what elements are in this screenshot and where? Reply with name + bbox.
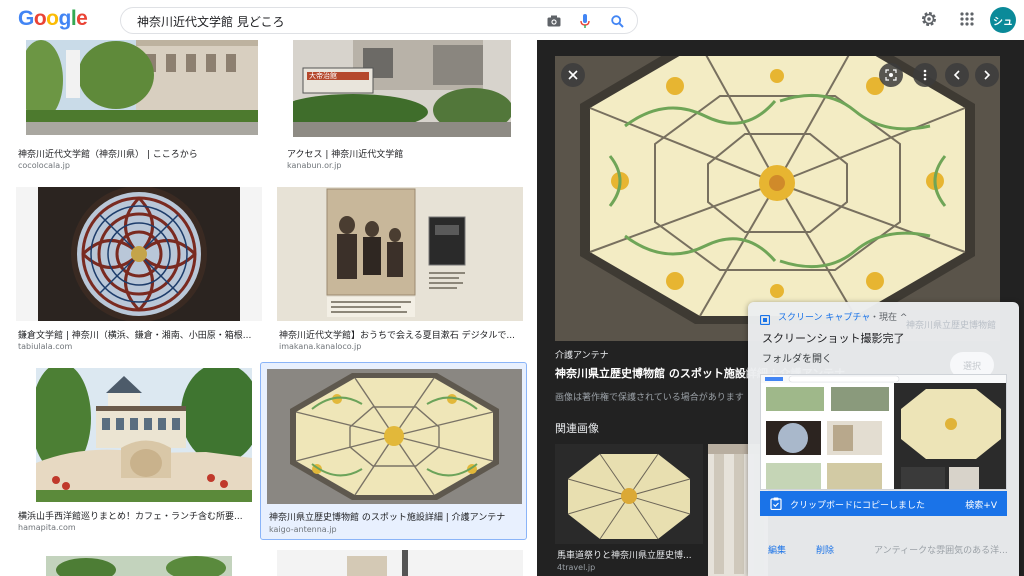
result-caption[interactable]: 神奈川県立歴史博物館 のスポット施設詳細 | 介護アンテナ: [269, 510, 524, 523]
result-source: cocolocala.jp: [18, 161, 70, 170]
close-button[interactable]: [561, 63, 585, 87]
result-thumbnail[interactable]: [26, 40, 258, 135]
background-related-caption: アンティークな雰囲気のある洋...: [874, 546, 1008, 556]
background-overlay-text: 神奈川県立歴史博物館: [906, 321, 997, 331]
result-source: imakana.kanaloco.jp: [279, 342, 362, 351]
screen-capture-icon: [759, 310, 771, 329]
result-card[interactable]: [16, 550, 262, 576]
google-logo[interactable]: Google: [18, 7, 88, 31]
related-image[interactable]: [555, 444, 703, 544]
result-thumbnail[interactable]: [16, 187, 262, 321]
lens-icon: [885, 69, 897, 81]
lens-search-button[interactable]: [879, 63, 903, 87]
result-caption[interactable]: 神奈川近代文学館（神奈川県） | こころから: [18, 147, 258, 160]
notification-actions: 編集 削除 アンティークな雰囲気のある洋...: [748, 536, 1019, 576]
result-card-selected[interactable]: 神奈川県立歴史博物館 のスポット施設詳細 | 介護アンテナ kaigo-ante…: [260, 362, 527, 540]
notification-title: スクリーンショット撮影完了: [762, 332, 905, 345]
open-folder-link[interactable]: フォルダを開く: [762, 350, 832, 365]
camera-icon[interactable]: [545, 12, 563, 30]
result-source: hamapita.com: [18, 523, 76, 532]
clipboard-toast: クリップボードにコピーしました 検索+V: [760, 491, 1007, 516]
result-card[interactable]: 神奈川近代文学館】おうちで会える夏目漱石 デジタルで... imakana.ka…: [277, 187, 523, 357]
preview-image[interactable]: [555, 56, 1000, 341]
clipboard-icon: [770, 497, 782, 513]
chevron-right-icon: [984, 70, 991, 80]
result-thumbnail[interactable]: [36, 368, 252, 502]
result-caption[interactable]: 横浜山手西洋館巡りまとめ！カフェ・ランチ含む所要...: [18, 509, 260, 522]
result-card[interactable]: 大帝治館 アクセス | 神奈川近代文学館 kanabun.or.jp: [283, 40, 523, 175]
result-card[interactable]: 鎌倉文学館 | 神奈川（横浜、鎌倉・湘南、小田原・箱根... tabiulala…: [16, 187, 262, 357]
notification-app-name: スクリーン キャプチャ: [778, 313, 871, 323]
search-input[interactable]: 神奈川近代文学館 見どころ: [137, 13, 284, 30]
chevron-left-icon: [953, 70, 960, 80]
microphone-icon[interactable]: [576, 12, 594, 30]
screenshot-notification[interactable]: スクリーン キャプチャ ・現在 ^ 神奈川県立歴史博物館 スクリーンショット撮影…: [748, 302, 1019, 576]
search-box[interactable]: 神奈川近代文学館 見どころ: [120, 7, 638, 34]
result-thumbnail[interactable]: [267, 369, 522, 504]
related-images-heading: 関連画像: [555, 422, 599, 435]
more-vertical-icon: [923, 69, 927, 81]
image-results-grid: 神奈川近代文学館（神奈川県） | こころから cocolocala.jp 大帝治…: [0, 40, 537, 576]
related-caption[interactable]: 馬車道祭りと神奈川県立歴史博...: [557, 548, 692, 561]
notification-time[interactable]: ・現在 ^: [870, 310, 907, 323]
result-card[interactable]: 神奈川近代文学館（神奈川県） | こころから cocolocala.jp: [16, 40, 262, 175]
result-caption[interactable]: 神奈川近代文学館】おうちで会える夏目漱石 デジタルで...: [279, 328, 521, 341]
next-button[interactable]: [975, 63, 999, 87]
result-thumbnail[interactable]: [277, 187, 523, 321]
result-card[interactable]: 横浜山手西洋館巡りまとめ！カフェ・ランチ含む所要... hamapita.com: [16, 368, 262, 538]
result-source: tabiulala.com: [18, 342, 73, 351]
delete-button[interactable]: 削除: [816, 543, 834, 556]
result-caption[interactable]: アクセス | 神奈川近代文学館: [287, 147, 517, 160]
clipboard-toast-text: クリップボードにコピーしました: [790, 501, 926, 511]
result-source: kanabun.or.jp: [287, 161, 342, 170]
sign-text: 大帝治館: [309, 72, 337, 80]
apps-grid-icon[interactable]: [956, 8, 978, 30]
edit-button[interactable]: 編集: [768, 543, 786, 556]
result-source: kaigo-antenna.jp: [269, 525, 337, 534]
previous-button[interactable]: [945, 63, 969, 87]
copyright-note: 画像は著作権で保護されている場合があります: [555, 393, 744, 403]
result-thumbnail[interactable]: 大帝治館: [293, 40, 511, 137]
result-thumbnail[interactable]: [46, 556, 232, 576]
more-options-button[interactable]: [913, 63, 937, 87]
clipboard-shortcut: 検索+V: [965, 501, 997, 511]
result-card[interactable]: [277, 550, 523, 576]
close-icon: [568, 70, 578, 80]
related-source: 4travel.jp: [557, 563, 596, 572]
account-avatar[interactable]: シュ: [990, 7, 1016, 33]
result-caption[interactable]: 鎌倉文学館 | 神奈川（横浜、鎌倉・湘南、小田原・箱根...: [18, 328, 260, 341]
settings-gear-icon[interactable]: [918, 8, 940, 30]
screenshot-preview[interactable]: [760, 374, 1007, 490]
top-bar: Google 神奈川近代文学館 見どころ シュ: [0, 0, 1024, 40]
preview-source[interactable]: 介護アンテナ: [555, 348, 609, 361]
result-thumbnail[interactable]: [277, 550, 523, 576]
search-icon[interactable]: [608, 12, 626, 30]
